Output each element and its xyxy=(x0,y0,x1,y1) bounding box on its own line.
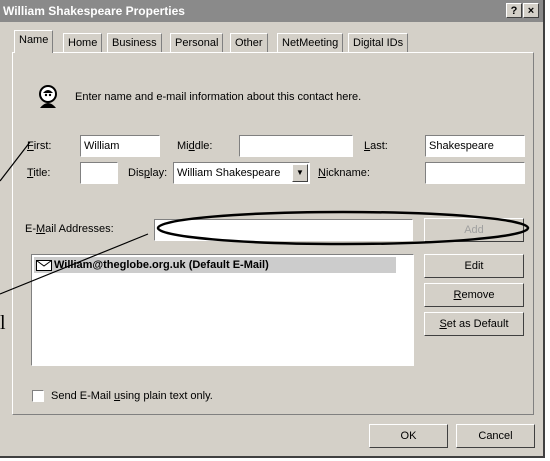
callout-line-first xyxy=(0,141,31,182)
annotation-overlay xyxy=(0,141,530,295)
callout-line-email xyxy=(0,233,149,295)
tab-name[interactable]: Name xyxy=(14,30,54,53)
margin-letter: l xyxy=(0,312,6,334)
highlight-ellipse xyxy=(156,210,530,246)
